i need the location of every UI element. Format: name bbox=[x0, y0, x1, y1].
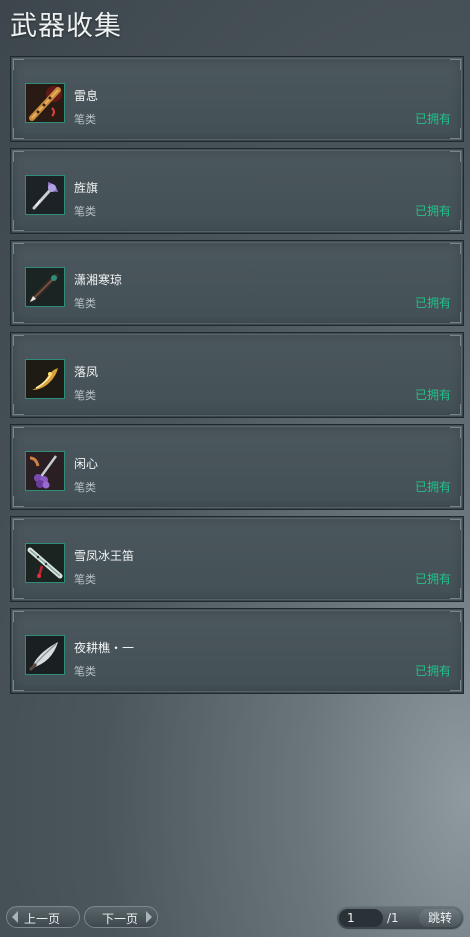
corner-ornament bbox=[13, 59, 24, 70]
corner-ornament bbox=[13, 335, 24, 346]
corner-ornament bbox=[450, 243, 461, 254]
page-total: /1 bbox=[387, 911, 399, 925]
flag-brush-icon bbox=[25, 175, 65, 215]
weapon-card[interactable]: 雷息 笔类 已拥有 bbox=[10, 56, 464, 142]
weapon-name: 闲心 bbox=[74, 457, 99, 471]
weapon-category: 笔类 bbox=[74, 297, 96, 310]
corner-ornament bbox=[450, 128, 461, 139]
owned-status: 已拥有 bbox=[414, 296, 451, 310]
weapon-name: 雷息 bbox=[74, 89, 99, 103]
corner-ornament bbox=[13, 588, 24, 599]
corner-ornament bbox=[13, 519, 24, 530]
weapon-name: 雪凤冰王笛 bbox=[74, 549, 135, 563]
arrow-left-icon bbox=[12, 911, 18, 923]
corner-ornament bbox=[450, 220, 461, 231]
weapon-card[interactable]: 闲心 笔类 已拥有 bbox=[10, 424, 464, 510]
weapon-name: 潇湘寒琼 bbox=[74, 273, 123, 287]
corner-ornament bbox=[13, 404, 24, 415]
corner-ornament bbox=[450, 312, 461, 323]
weapon-card[interactable]: 夜耕樵・一 笔类 已拥有 bbox=[10, 608, 464, 694]
corner-ornament bbox=[450, 404, 461, 415]
grape-brush-icon bbox=[25, 451, 65, 491]
corner-ornament bbox=[13, 220, 24, 231]
owned-status: 已拥有 bbox=[414, 664, 451, 678]
corner-ornament bbox=[13, 243, 24, 254]
leaf-blade-icon bbox=[25, 635, 65, 675]
corner-ornament bbox=[450, 335, 461, 346]
flute-weapon-icon bbox=[25, 83, 65, 123]
corner-ornament bbox=[450, 59, 461, 70]
corner-ornament bbox=[450, 427, 461, 438]
page-jump-control: 1 /1 跳转 bbox=[336, 906, 464, 930]
arrow-right-icon bbox=[146, 911, 152, 923]
weapon-name: 夜耕樵・一 bbox=[74, 641, 135, 655]
corner-ornament bbox=[13, 680, 24, 691]
weapon-category: 笔类 bbox=[74, 665, 96, 678]
page-title: 武器收集 bbox=[10, 11, 122, 42]
corner-ornament bbox=[450, 519, 461, 530]
jump-button[interactable]: 跳转 bbox=[419, 909, 461, 927]
weapon-category: 笔类 bbox=[74, 389, 96, 402]
owned-status: 已拥有 bbox=[414, 572, 451, 586]
corner-ornament bbox=[450, 588, 461, 599]
corner-ornament bbox=[13, 128, 24, 139]
page-number-input[interactable]: 1 bbox=[339, 909, 383, 927]
corner-ornament bbox=[13, 427, 24, 438]
corner-ornament bbox=[450, 611, 461, 622]
ice-flute-icon bbox=[25, 543, 65, 583]
prev-page-button[interactable]: 上一页 bbox=[6, 906, 80, 928]
weapon-card[interactable]: 旌旗 笔类 已拥有 bbox=[10, 148, 464, 234]
phoenix-brush-icon bbox=[25, 359, 65, 399]
weapon-name: 旌旗 bbox=[74, 181, 99, 195]
corner-ornament bbox=[13, 151, 24, 162]
weapon-category: 笔类 bbox=[74, 205, 96, 218]
prev-page-label: 上一页 bbox=[24, 912, 61, 926]
corner-ornament bbox=[450, 496, 461, 507]
corner-ornament bbox=[450, 151, 461, 162]
owned-status: 已拥有 bbox=[414, 388, 451, 402]
weapon-card[interactable]: 落凤 笔类 已拥有 bbox=[10, 332, 464, 418]
jade-brush-icon bbox=[25, 267, 65, 307]
weapon-category: 笔类 bbox=[74, 481, 96, 494]
weapon-card[interactable]: 雪凤冰王笛 笔类 已拥有 bbox=[10, 516, 464, 602]
owned-status: 已拥有 bbox=[414, 480, 451, 494]
next-page-label: 下一页 bbox=[102, 912, 139, 926]
corner-ornament bbox=[13, 496, 24, 507]
owned-status: 已拥有 bbox=[414, 112, 451, 126]
corner-ornament bbox=[13, 312, 24, 323]
owned-status: 已拥有 bbox=[414, 204, 451, 218]
weapon-name: 落凤 bbox=[74, 365, 99, 379]
corner-ornament bbox=[450, 680, 461, 691]
weapon-category: 笔类 bbox=[74, 113, 96, 126]
next-page-button[interactable]: 下一页 bbox=[84, 906, 158, 928]
corner-ornament bbox=[13, 611, 24, 622]
weapon-list: 雷息 笔类 已拥有 旌旗 笔类 已拥有 潇湘寒琼 笔类 已拥有 落凤 笔类 已拥… bbox=[10, 56, 464, 700]
weapon-category: 笔类 bbox=[74, 573, 96, 586]
weapon-card[interactable]: 潇湘寒琼 笔类 已拥有 bbox=[10, 240, 464, 326]
